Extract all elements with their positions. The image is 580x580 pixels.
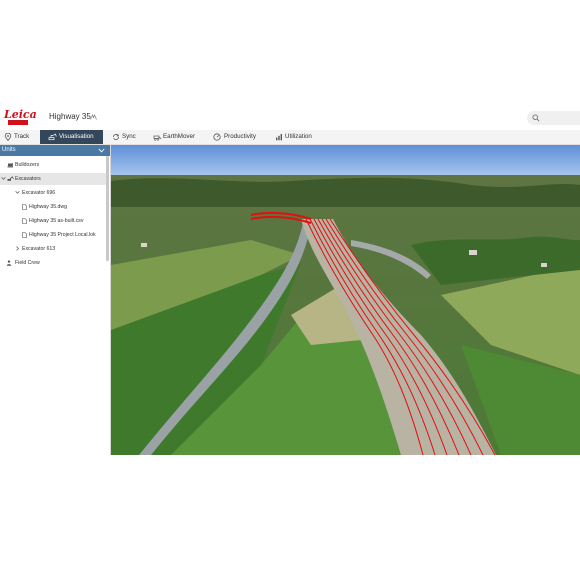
building bbox=[469, 250, 477, 255]
tab-productivity[interactable]: Productivity bbox=[213, 130, 263, 144]
tree-item-label: Excavator 696 bbox=[22, 190, 56, 196]
search-icon bbox=[532, 114, 540, 122]
tab-visualisation[interactable]: Visualisation bbox=[40, 130, 103, 144]
terrain-scene bbox=[111, 145, 580, 455]
sync-icon bbox=[113, 134, 119, 140]
tab-utilization[interactable]: Utilization bbox=[275, 130, 320, 144]
tab-earthmover[interactable]: EarthMover bbox=[153, 130, 201, 144]
tree-item-label: Excavator 613 bbox=[22, 246, 56, 252]
excavator-icon bbox=[48, 133, 57, 141]
app-window: Leica Highway 35 Track Visualisation Syn… bbox=[0, 107, 580, 455]
chevron-down-icon[interactable] bbox=[1, 176, 6, 181]
tree-item-label: Highway 35.dwg bbox=[29, 204, 68, 210]
tree-item-file-dwg[interactable]: Highway 35.dwg bbox=[0, 201, 106, 213]
tree-item-file-lok[interactable]: Highway 35 Project Local.lok bbox=[0, 229, 106, 241]
tree-item-label: Field Crew bbox=[15, 260, 40, 266]
tree-item-file-csv[interactable]: Highway 35 as-built.csv bbox=[0, 215, 106, 227]
tree-item-field-crew[interactable]: Field Crew bbox=[0, 257, 106, 269]
file-icon bbox=[22, 204, 27, 210]
location-pin-icon bbox=[4, 133, 12, 141]
units-sidebar: Units Bulldozers Excavators Excavator 69… bbox=[0, 145, 111, 455]
sidebar-scrollbar[interactable] bbox=[106, 156, 109, 261]
app-header: Leica Highway 35 bbox=[0, 107, 580, 131]
bulldozer-icon bbox=[7, 163, 13, 168]
brand-sub-bar bbox=[8, 120, 28, 125]
tab-productivity-label: Productivity bbox=[224, 133, 256, 140]
tab-sync-label: Sync bbox=[122, 133, 136, 140]
file-icon bbox=[22, 232, 27, 238]
sky bbox=[111, 145, 580, 177]
units-header-label: Units bbox=[2, 147, 16, 153]
tree-item-label: Highway 35 as-built.csv bbox=[29, 218, 84, 224]
search-input[interactable] bbox=[527, 111, 580, 125]
building bbox=[141, 243, 147, 247]
tree-item-label: Highway 35 Project Local.lok bbox=[29, 232, 96, 238]
units-header[interactable]: Units bbox=[0, 145, 110, 156]
chevron-down-icon[interactable] bbox=[15, 190, 20, 195]
person-icon bbox=[6, 260, 12, 266]
tree-item-excavator-613[interactable]: Excavator 613 bbox=[0, 243, 106, 255]
tab-track-label: Track bbox=[14, 133, 30, 140]
leica-logo[interactable]: Leica bbox=[4, 108, 37, 127]
tab-earthmover-label: EarthMover bbox=[163, 133, 195, 140]
gauge-icon bbox=[213, 133, 221, 141]
building bbox=[541, 263, 547, 267]
tab-track[interactable]: Track bbox=[4, 130, 38, 144]
project-title: Highway 35 bbox=[49, 112, 91, 121]
tab-sync[interactable]: Sync bbox=[112, 130, 142, 144]
tree-item-excavator-696[interactable]: Excavator 696 bbox=[0, 187, 106, 199]
excavator-icon bbox=[7, 176, 14, 181]
chevron-down-icon[interactable] bbox=[98, 148, 105, 153]
main-nav: Track Visualisation Sync EarthMover Prod… bbox=[0, 130, 580, 145]
chevron-right-icon[interactable] bbox=[15, 246, 20, 251]
brand-logo-text: Leica bbox=[4, 108, 37, 121]
tab-utilization-label: Utilization bbox=[285, 133, 312, 140]
tree-item-bulldozers[interactable]: Bulldozers bbox=[0, 159, 106, 171]
bar-chart-icon bbox=[276, 134, 282, 141]
tree-item-excavators[interactable]: Excavators bbox=[0, 173, 106, 185]
3d-terrain-viewport[interactable] bbox=[111, 145, 580, 455]
tree-item-label: Excavators bbox=[15, 176, 41, 182]
earthmover-icon bbox=[153, 135, 162, 141]
tree-item-label: Bulldozers bbox=[15, 162, 40, 168]
signal-icon bbox=[90, 114, 97, 120]
file-icon bbox=[22, 218, 27, 224]
tab-visualisation-label: Visualisation bbox=[59, 133, 94, 140]
